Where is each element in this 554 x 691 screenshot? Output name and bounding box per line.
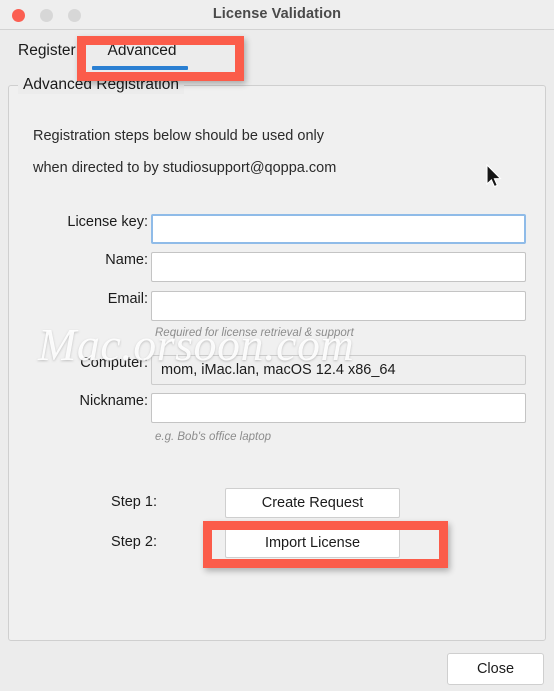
nickname-label: Nickname: <box>79 393 149 409</box>
window-title: License Validation <box>212 6 342 22</box>
step-2-label: Step 2: <box>111 534 157 550</box>
tab-advanced[interactable]: Advanced <box>88 36 196 66</box>
window-titlebar: License Validation <box>0 0 554 30</box>
import-license-button[interactable]: Import License <box>225 528 400 558</box>
nickname-input[interactable] <box>151 393 526 423</box>
computer-input <box>151 355 526 385</box>
intro-line-2: when directed to by studiosupport@qoppa.… <box>33 160 337 176</box>
nickname-hint: e.g. Bob's office laptop <box>155 431 271 443</box>
step-1-label: Step 1: <box>111 494 157 510</box>
tab-bar: Register Advanced <box>0 31 554 71</box>
email-input[interactable] <box>151 291 526 321</box>
email-hint: Required for license retrieval & support <box>155 327 354 339</box>
tab-register[interactable]: Register <box>10 36 84 66</box>
intro-line-1: Registration steps below should be used … <box>33 128 324 144</box>
tab-advanced-selected-indicator <box>92 66 188 70</box>
name-input[interactable] <box>151 252 526 282</box>
license-key-label: License key: <box>67 214 148 230</box>
email-label: Email: <box>107 291 148 307</box>
create-request-button[interactable]: Create Request <box>225 488 400 518</box>
license-key-input[interactable] <box>151 214 526 244</box>
panel-title: Advanced Registration <box>18 76 184 94</box>
close-button[interactable]: Close <box>447 653 544 685</box>
name-label: Name: <box>105 252 148 268</box>
license-validation-window: License Validation Register Advanced Adv… <box>0 0 554 691</box>
computer-label: Computer: <box>80 355 148 371</box>
